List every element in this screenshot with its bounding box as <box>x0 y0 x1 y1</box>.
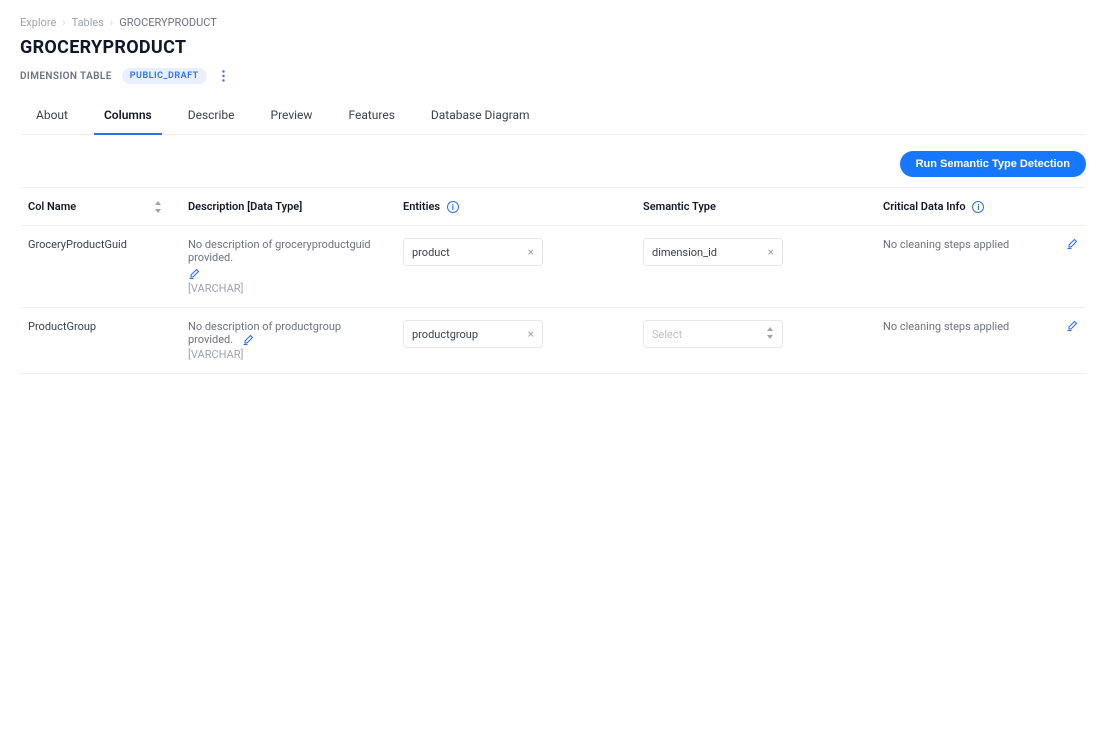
status-badge: PUBLIC_DRAFT <box>122 68 207 84</box>
chevron-updown-icon <box>766 327 774 342</box>
datatype-label: [VARCHAR] <box>188 282 387 295</box>
sort-icon[interactable] <box>154 201 162 213</box>
col-header-semantic-type: Semantic Type <box>635 188 875 226</box>
breadcrumb-current: GROCERYPRODUCT <box>119 16 217 29</box>
edit-icon[interactable] <box>1066 238 1078 250</box>
tab-bar: About Columns Describe Preview Features … <box>20 98 1086 135</box>
cell-entities: productgroup × <box>395 308 635 374</box>
cell-critical: No cleaning steps applied <box>875 308 1086 374</box>
semantic-type-input[interactable]: dimension_id × <box>643 238 783 266</box>
columns-table: Col Name Description [Data Type] Entitie… <box>20 188 1086 374</box>
tab-describe[interactable]: Describe <box>188 98 235 134</box>
chevron-right-icon: › <box>110 16 113 29</box>
clear-icon[interactable]: × <box>528 245 534 259</box>
action-bar: Run Semantic Type Detection <box>20 147 1086 188</box>
page-subhead: DIMENSION TABLE PUBLIC_DRAFT <box>20 68 1086 84</box>
col-header-critical-label: Critical Data Info <box>883 200 966 213</box>
clear-icon[interactable]: × <box>768 245 774 259</box>
cell-entities: product × <box>395 226 635 308</box>
table-row: GroceryProductGuid No description of gro… <box>20 226 1086 308</box>
tab-features[interactable]: Features <box>348 98 394 134</box>
cell-semantic-type: Select <box>635 308 875 374</box>
col-header-description: Description [Data Type] <box>180 188 395 226</box>
entity-tag-value: product <box>412 246 450 259</box>
cell-colname: GroceryProductGuid <box>20 226 180 308</box>
edit-icon[interactable] <box>242 334 254 346</box>
table-row: ProductGroup No description of productgr… <box>20 308 1086 374</box>
edit-icon[interactable] <box>1066 320 1078 332</box>
col-header-entities: Entities i <box>395 188 635 226</box>
semantic-type-value: dimension_id <box>652 246 717 259</box>
col-header-critical: Critical Data Info i <box>875 188 1086 226</box>
tab-database-diagram[interactable]: Database Diagram <box>431 98 530 134</box>
cell-colname: ProductGroup <box>20 308 180 374</box>
description-text: No description of productgroup provided. <box>188 320 341 346</box>
description-text: No description of groceryproductguid pro… <box>188 238 371 264</box>
tab-about[interactable]: About <box>36 98 68 134</box>
tab-preview[interactable]: Preview <box>271 98 313 134</box>
entity-tag-value: productgroup <box>412 328 478 341</box>
critical-text: No cleaning steps applied <box>883 238 1009 251</box>
col-header-colname-label: Col Name <box>28 200 76 213</box>
info-icon[interactable]: i <box>447 201 459 213</box>
semantic-type-select[interactable]: Select <box>643 320 783 348</box>
info-icon[interactable]: i <box>972 201 984 213</box>
chevron-right-icon: › <box>62 16 65 29</box>
breadcrumb: Explore › Tables › GROCERYPRODUCT <box>20 16 1086 29</box>
page-title: GROCERYPRODUCT <box>20 37 1086 58</box>
table-header-row: Col Name Description [Data Type] Entitie… <box>20 188 1086 226</box>
cell-description: No description of productgroup provided.… <box>180 308 395 374</box>
critical-text: No cleaning steps applied <box>883 320 1009 333</box>
datatype-label: [VARCHAR] <box>188 348 387 361</box>
edit-icon[interactable] <box>188 268 387 280</box>
entity-tag-input[interactable]: productgroup × <box>403 320 543 348</box>
breadcrumb-explore[interactable]: Explore <box>20 16 56 29</box>
cell-critical: No cleaning steps applied <box>875 226 1086 308</box>
run-semantic-detection-button[interactable]: Run Semantic Type Detection <box>900 151 1086 177</box>
semantic-type-placeholder: Select <box>652 328 682 341</box>
kebab-menu-icon[interactable] <box>217 70 231 82</box>
col-header-entities-label: Entities <box>403 200 440 213</box>
tab-columns[interactable]: Columns <box>104 98 152 134</box>
cell-description: No description of groceryproductguid pro… <box>180 226 395 308</box>
entity-tag-input[interactable]: product × <box>403 238 543 266</box>
cell-semantic-type: dimension_id × <box>635 226 875 308</box>
breadcrumb-tables[interactable]: Tables <box>72 16 104 29</box>
clear-icon[interactable]: × <box>528 327 534 341</box>
col-header-colname[interactable]: Col Name <box>20 188 180 226</box>
table-type-label: DIMENSION TABLE <box>20 71 112 82</box>
